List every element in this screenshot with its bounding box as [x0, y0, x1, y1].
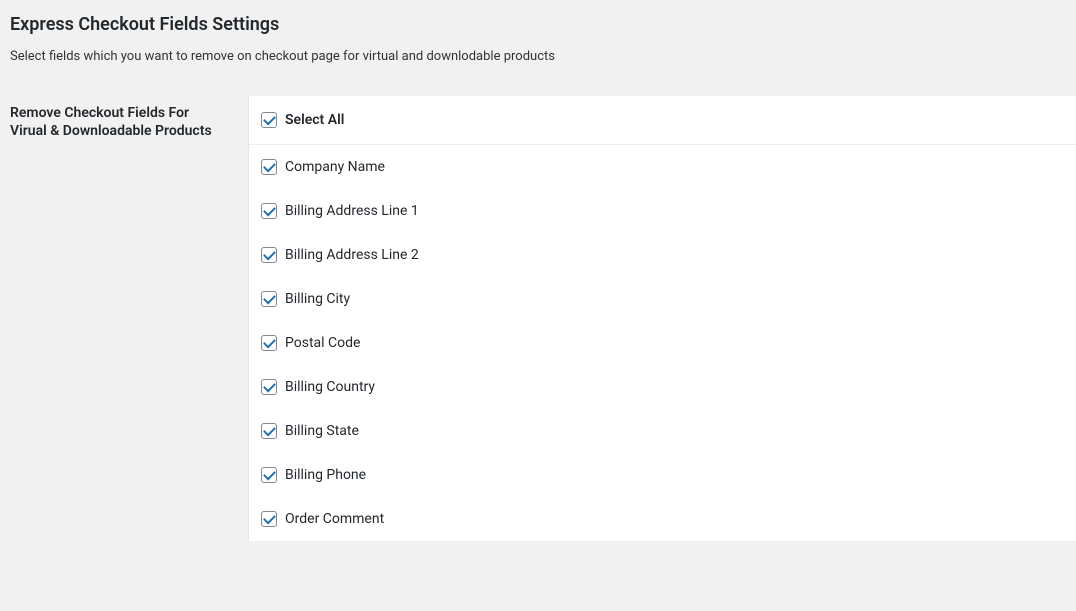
- select-all-checkbox[interactable]: [261, 112, 277, 128]
- field-checkbox[interactable]: [261, 247, 277, 263]
- field-checkbox[interactable]: [261, 511, 277, 527]
- field-label[interactable]: Order Comment: [285, 511, 384, 527]
- field-row: Postal Code: [249, 321, 1076, 365]
- field-row: Company Name: [249, 145, 1076, 189]
- fields-panel: Select All Company Name Billing Address L…: [248, 96, 1076, 541]
- field-checkbox[interactable]: [261, 467, 277, 483]
- field-label[interactable]: Billing Address Line 1: [285, 203, 419, 219]
- field-label[interactable]: Billing Phone: [285, 467, 366, 483]
- field-checkbox[interactable]: [261, 159, 277, 175]
- field-checkbox[interactable]: [261, 379, 277, 395]
- field-row: Billing Country: [249, 365, 1076, 409]
- select-all-label[interactable]: Select All: [285, 112, 344, 128]
- field-row: Billing City: [249, 277, 1076, 321]
- field-label[interactable]: Company Name: [285, 159, 385, 175]
- field-row: Billing State: [249, 409, 1076, 453]
- field-checkbox[interactable]: [261, 335, 277, 351]
- field-checkbox[interactable]: [261, 423, 277, 439]
- section-label: Remove Checkout Fields For Virual & Down…: [10, 104, 248, 140]
- select-all-row: Select All: [249, 96, 1076, 145]
- page-description: Select fields which you want to remove o…: [10, 49, 1076, 64]
- field-row: Billing Address Line 2: [249, 233, 1076, 277]
- field-row: Billing Address Line 1: [249, 189, 1076, 233]
- field-row: Billing Phone: [249, 453, 1076, 497]
- field-label[interactable]: Billing State: [285, 423, 359, 439]
- field-label[interactable]: Billing Address Line 2: [285, 247, 419, 263]
- field-row: Order Comment: [249, 497, 1076, 541]
- field-checkbox[interactable]: [261, 291, 277, 307]
- field-checkbox[interactable]: [261, 203, 277, 219]
- field-label[interactable]: Billing Country: [285, 379, 375, 395]
- page-title: Express Checkout Fields Settings: [10, 0, 1076, 49]
- field-label[interactable]: Billing City: [285, 291, 350, 307]
- field-label[interactable]: Postal Code: [285, 335, 360, 351]
